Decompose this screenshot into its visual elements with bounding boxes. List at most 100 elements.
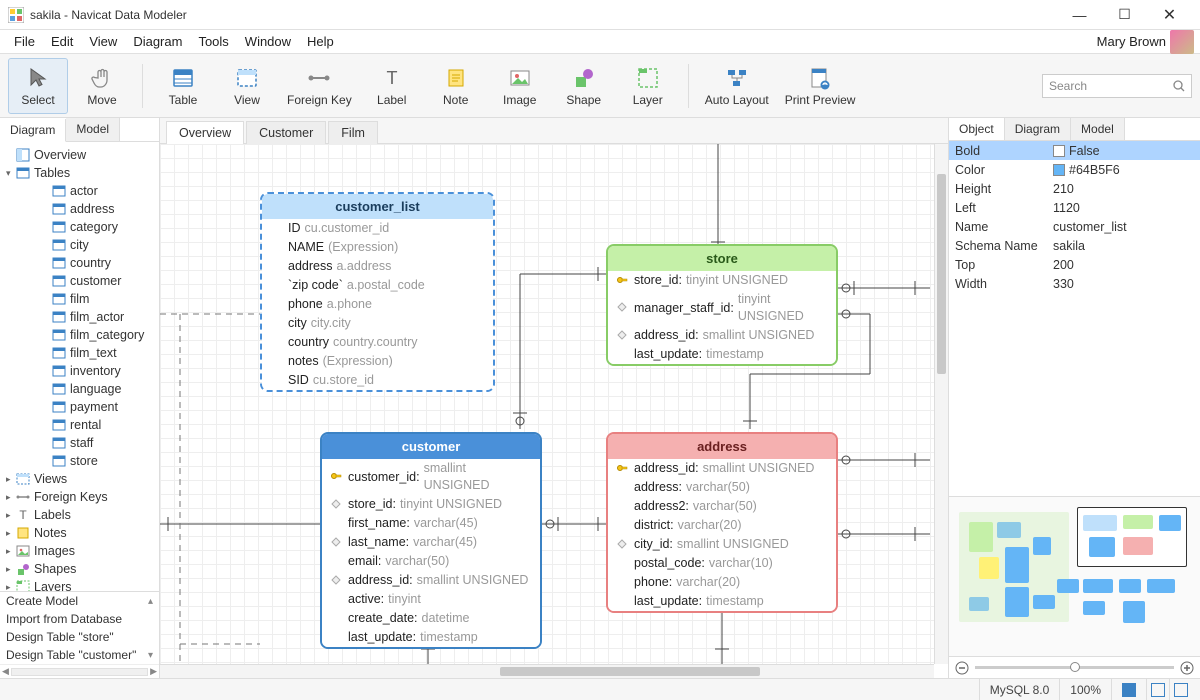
entity-field[interactable]: phonea.phone: [262, 295, 493, 314]
entity-customer-list[interactable]: customer_list IDcu.customer_idNAME(Expre…: [260, 192, 495, 392]
minimap-zoom-bar[interactable]: [949, 656, 1200, 678]
left-tab-diagram[interactable]: Diagram: [0, 119, 66, 142]
menu-file[interactable]: File: [6, 31, 43, 52]
entity-field[interactable]: IDcu.customer_id: [262, 219, 493, 238]
tool-foreign-key[interactable]: Foreign Key: [281, 58, 358, 114]
tree-table-customer[interactable]: customer: [0, 272, 159, 290]
menu-diagram[interactable]: Diagram: [125, 31, 190, 52]
entity-field[interactable]: last_name:varchar(45): [322, 533, 540, 552]
entity-field[interactable]: citycity.city: [262, 314, 493, 333]
entity-field[interactable]: manager_staff_id:tinyint UNSIGNED: [608, 290, 836, 326]
tree-table-film[interactable]: film: [0, 290, 159, 308]
canvas-vertical-scrollbar[interactable]: [934, 144, 948, 664]
property-row[interactable]: Schema Namesakila: [949, 236, 1200, 255]
entity-field[interactable]: `zip code`a.postal_code: [262, 276, 493, 295]
tool-view[interactable]: View: [217, 58, 277, 114]
entity-field[interactable]: postal_code:varchar(10): [608, 554, 836, 573]
entity-field[interactable]: countrycountry.country: [262, 333, 493, 352]
zoom-in-icon[interactable]: [1180, 661, 1194, 675]
search-input[interactable]: Search: [1042, 74, 1192, 98]
entity-field[interactable]: last_update:timestamp: [608, 592, 836, 611]
tool-shape[interactable]: Shape: [554, 58, 614, 114]
status-view-mode-1[interactable]: [1111, 679, 1146, 700]
entity-field[interactable]: last_update:timestamp: [608, 345, 836, 364]
left-tree[interactable]: Overview▾Tablesactoraddresscategorycityc…: [0, 142, 159, 591]
entity-customer[interactable]: customer customer_id:smallint UNSIGNEDst…: [320, 432, 542, 649]
property-row[interactable]: BoldFalse: [949, 141, 1200, 160]
status-view-mode-3[interactable]: [1169, 679, 1192, 700]
entity-field[interactable]: address2:varchar(50): [608, 497, 836, 516]
recent-action[interactable]: Design Table "store": [0, 628, 159, 646]
minimap[interactable]: [949, 496, 1200, 656]
tool-print-preview[interactable]: Print Preview: [779, 58, 862, 114]
checkbox-icon[interactable]: [1053, 145, 1065, 157]
tree-table-country[interactable]: country: [0, 254, 159, 272]
tree-group-views[interactable]: ▸Views: [0, 470, 159, 488]
tool-note[interactable]: Note: [426, 58, 486, 114]
tree-overview[interactable]: Overview: [0, 146, 159, 164]
entity-field[interactable]: last_update:timestamp: [322, 628, 540, 647]
property-row[interactable]: Top200: [949, 255, 1200, 274]
menu-tools[interactable]: Tools: [190, 31, 236, 52]
tree-table-staff[interactable]: staff: [0, 434, 159, 452]
entity-field[interactable]: address_id:smallint UNSIGNED: [608, 459, 836, 478]
tree-group-labels[interactable]: ▸TLabels: [0, 506, 159, 524]
canvas-horizontal-scrollbar[interactable]: [160, 664, 934, 678]
user-name-label[interactable]: Mary Brown: [1097, 34, 1166, 49]
property-grid[interactable]: BoldFalseColor#64B5F6Height210Left1120Na…: [949, 141, 1200, 293]
right-tab-diagram[interactable]: Diagram: [1005, 118, 1071, 140]
entity-field[interactable]: NAME(Expression): [262, 238, 493, 257]
recent-action[interactable]: Import from Database: [0, 610, 159, 628]
tree-table-inventory[interactable]: inventory: [0, 362, 159, 380]
close-button[interactable]: ✕: [1147, 0, 1192, 30]
entity-field[interactable]: SIDcu.store_id: [262, 371, 493, 390]
tool-move[interactable]: Move: [72, 58, 132, 114]
recent-action[interactable]: Create Model▴: [0, 592, 159, 610]
entity-field[interactable]: notes(Expression): [262, 352, 493, 371]
tree-table-address[interactable]: address: [0, 200, 159, 218]
tree-group-images[interactable]: ▸Images: [0, 542, 159, 560]
right-tab-object[interactable]: Object: [949, 118, 1005, 140]
tree-group-layers[interactable]: ▸Layers: [0, 578, 159, 591]
tab-film[interactable]: Film: [328, 121, 378, 144]
tab-customer[interactable]: Customer: [246, 121, 326, 144]
entity-field[interactable]: district:varchar(20): [608, 516, 836, 535]
property-row[interactable]: Namecustomer_list: [949, 217, 1200, 236]
entity-field[interactable]: first_name:varchar(45): [322, 514, 540, 533]
maximize-button[interactable]: ☐: [1102, 0, 1147, 30]
entity-field[interactable]: address:varchar(50): [608, 478, 836, 497]
tool-label[interactable]: TLabel: [362, 58, 422, 114]
entity-field[interactable]: phone:varchar(20): [608, 573, 836, 592]
entity-field[interactable]: create_date:datetime: [322, 609, 540, 628]
recent-action[interactable]: Design Table "customer"▾: [0, 646, 159, 664]
entity-field[interactable]: address_id:smallint UNSIGNED: [608, 326, 836, 345]
entity-field[interactable]: active:tinyint: [322, 590, 540, 609]
menu-window[interactable]: Window: [237, 31, 299, 52]
left-tab-model[interactable]: Model: [66, 118, 120, 141]
zoom-out-icon[interactable]: [955, 661, 969, 675]
tree-table-city[interactable]: city: [0, 236, 159, 254]
menu-edit[interactable]: Edit: [43, 31, 81, 52]
tree-table-film_category[interactable]: film_category: [0, 326, 159, 344]
right-tab-model[interactable]: Model: [1071, 118, 1125, 140]
tree-table-film_text[interactable]: film_text: [0, 344, 159, 362]
property-row[interactable]: Left1120: [949, 198, 1200, 217]
entity-field[interactable]: store_id:tinyint UNSIGNED: [322, 495, 540, 514]
tab-overview[interactable]: Overview: [166, 121, 244, 144]
menu-view[interactable]: View: [81, 31, 125, 52]
tool-table[interactable]: Table: [153, 58, 213, 114]
tree-table-film_actor[interactable]: film_actor: [0, 308, 159, 326]
tool-auto-layout[interactable]: Auto Layout: [699, 58, 775, 114]
entity-field[interactable]: address_id:smallint UNSIGNED: [322, 571, 540, 590]
tree-table-category[interactable]: category: [0, 218, 159, 236]
menu-help[interactable]: Help: [299, 31, 342, 52]
entity-field[interactable]: store_id:tinyint UNSIGNED: [608, 271, 836, 290]
tree-table-store[interactable]: store: [0, 452, 159, 470]
minimize-button[interactable]: —: [1057, 0, 1102, 30]
entity-field[interactable]: city_id:smallint UNSIGNED: [608, 535, 836, 554]
tree-group-shapes[interactable]: ▸Shapes: [0, 560, 159, 578]
left-horizontal-scrollbar[interactable]: ◀▶: [0, 664, 159, 678]
tree-tables-group[interactable]: ▾Tables: [0, 164, 159, 182]
entity-store[interactable]: store store_id:tinyint UNSIGNEDmanager_s…: [606, 244, 838, 366]
tree-table-language[interactable]: language: [0, 380, 159, 398]
